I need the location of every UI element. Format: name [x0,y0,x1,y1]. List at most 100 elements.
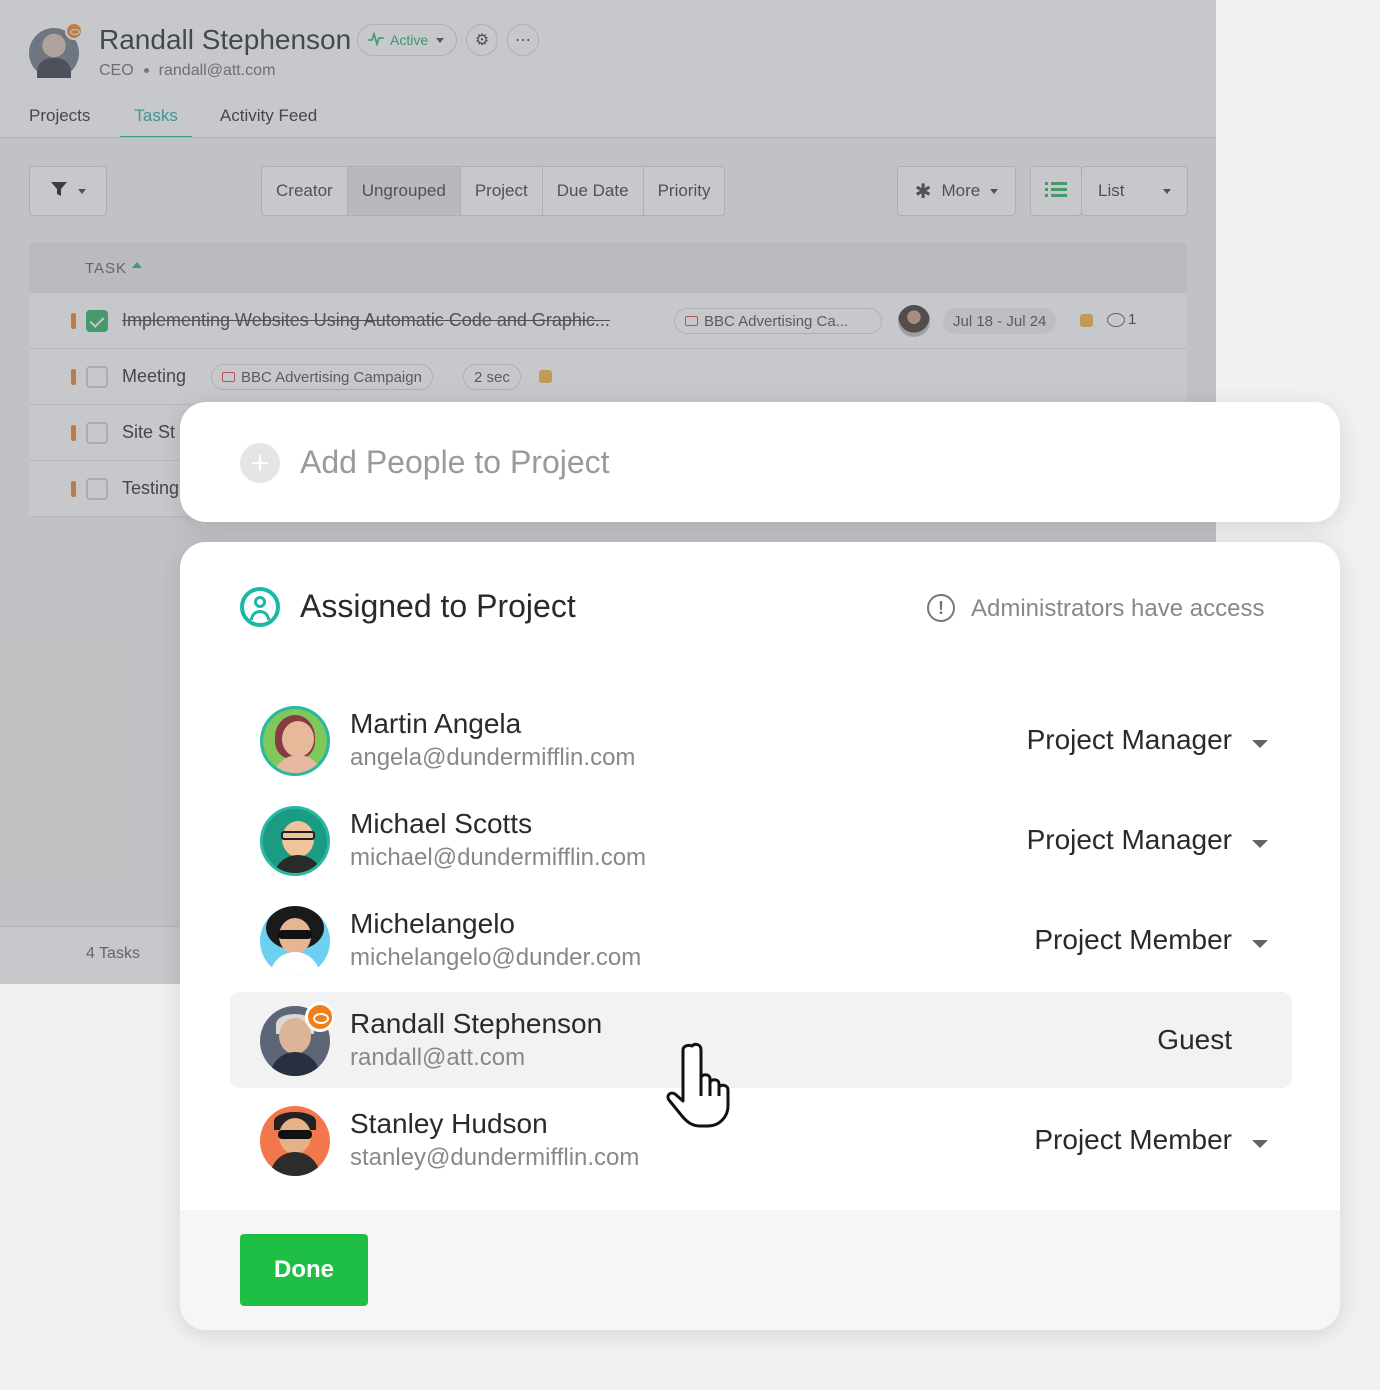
task-checkbox[interactable] [86,310,108,332]
profile-avatar [29,22,83,78]
role-select[interactable]: Project Manager [1027,724,1232,756]
assignee-avatar [898,305,930,337]
group-by-bar: Creator Ungrouped Project Due Date Prior… [261,166,726,216]
status-square [1080,314,1093,327]
person-name: Randall Stephenson [350,1008,603,1039]
admin-access-note: Administrators have access [971,595,1265,622]
hand-cursor-icon [662,1040,742,1130]
person-email: angela@dundermifflin.com [350,744,636,771]
guest-eye-icon [65,22,83,40]
chevron-down-icon [990,188,999,194]
assigned-title: Assigned to Project [300,588,576,624]
task-table-header: TASK [29,243,1187,293]
more-options-button[interactable]: ⋯ [507,24,539,56]
table-row[interactable]: Meeting BBC Advertising Campaign 2 sec [29,349,1187,405]
tab-tasks[interactable]: Tasks [120,106,192,139]
group-creator[interactable]: Creator [262,167,348,215]
person-email: michelangelo@dunder.com [350,944,642,971]
role-select[interactable]: Project Member [1034,1124,1232,1156]
person-row: Stanley Hudson stanley@dundermifflin.com… [230,1092,1292,1188]
assigned-people-card: Assigned to Project ! Administrators hav… [180,542,1340,1330]
guest-eye-icon [305,1002,335,1032]
add-people-card[interactable]: Add People to Project [180,402,1340,522]
list-view-toggle[interactable] [1030,166,1082,216]
avatar [260,706,330,776]
person-email: stanley@dundermifflin.com [350,1144,640,1171]
role-select[interactable]: Project Member [1034,924,1232,956]
gear-icon: ⚙ [474,32,490,49]
chevron-down-icon[interactable] [1252,740,1268,748]
profile-role: CEO [99,62,134,79]
group-ungrouped[interactable]: Ungrouped [347,167,461,215]
profile-subtitle: CEO randall@att.com [99,62,275,80]
person-row: Michelangelo michelangelo@dunder.com Pro… [230,892,1292,988]
time-tracked-pill[interactable]: 2 sec [463,364,521,390]
chevron-down-icon [1163,188,1171,194]
plus-icon [240,443,280,483]
add-people-label: Add People to Project [300,444,610,480]
folder-icon [685,316,698,326]
task-checkbox[interactable] [86,478,108,500]
task-checkbox[interactable] [86,366,108,388]
profile-email: randall@att.com [158,62,276,79]
more-button[interactable]: ✱ More [897,166,1016,216]
list-icon [1045,181,1067,202]
due-date-pill[interactable]: Jul 18 - Jul 24 [943,308,1057,334]
person-name: Stanley Hudson [350,1108,548,1139]
person-name: Michelangelo [350,908,515,939]
priority-indicator [71,369,76,385]
role-label: Guest [1157,1024,1232,1055]
task-title: Site St [122,422,176,442]
info-icon: ! [927,594,955,622]
card-footer: Done [180,1210,1340,1330]
tab-activity-feed[interactable]: Activity Feed [220,106,317,139]
filter-icon [50,180,68,203]
status-square [539,370,552,383]
person-email: michael@dundermifflin.com [350,844,647,871]
group-project[interactable]: Project [461,167,543,215]
chevron-down-icon[interactable] [1252,840,1268,848]
gear-icon: ✱ [914,180,932,203]
table-row[interactable]: Implementing Websites Using Automatic Co… [29,293,1187,349]
comment-icon [1107,312,1125,327]
task-title: Implementing Websites Using Automatic Co… [122,310,610,330]
chevron-down-icon [78,188,86,194]
view-label: List [1098,181,1125,200]
task-title: Meeting [122,366,187,386]
task-column-header[interactable]: TASK [85,260,127,277]
person-row: Michael Scotts michael@dundermifflin.com… [230,792,1292,888]
sort-asc-icon [132,262,142,268]
filter-button[interactable] [29,166,107,216]
status-label: Active [390,32,429,48]
task-title: Testing [122,478,180,498]
user-circle-icon [240,587,280,627]
folder-icon [222,372,235,382]
tab-projects[interactable]: Projects [29,106,90,139]
person-row[interactable]: Randall Stephenson randall@att.com Guest [230,992,1292,1088]
person-email: randall@att.com [350,1044,526,1071]
chevron-down-icon [436,37,445,43]
avatar [260,806,330,876]
profile-tabs: Projects Tasks Activity Feed [29,106,361,139]
chevron-down-icon[interactable] [1252,940,1268,948]
status-dropdown[interactable]: Active [357,24,457,56]
person-name: Martin Angela [350,708,522,739]
group-priority[interactable]: Priority [644,167,725,215]
task-checkbox[interactable] [86,422,108,444]
view-select[interactable]: List [1081,166,1188,216]
task-count: 4 Tasks [86,945,140,962]
role-select[interactable]: Project Manager [1027,824,1232,856]
avatar [260,1106,330,1176]
person-row: Martin Angela angela@dundermifflin.com P… [230,692,1292,788]
settings-button[interactable]: ⚙ [466,24,498,56]
project-tag[interactable]: BBC Advertising Campaign [211,364,433,390]
done-button[interactable]: Done [240,1234,368,1306]
priority-indicator [71,425,76,441]
chevron-down-icon[interactable] [1252,1140,1268,1148]
comments-count[interactable]: 1 [1107,311,1136,328]
project-tag[interactable]: BBC Advertising Ca... [674,308,882,334]
priority-indicator [71,481,76,497]
more-label: More [941,181,981,200]
group-due-date[interactable]: Due Date [543,167,644,215]
ellipsis-icon: ⋯ [515,32,531,49]
